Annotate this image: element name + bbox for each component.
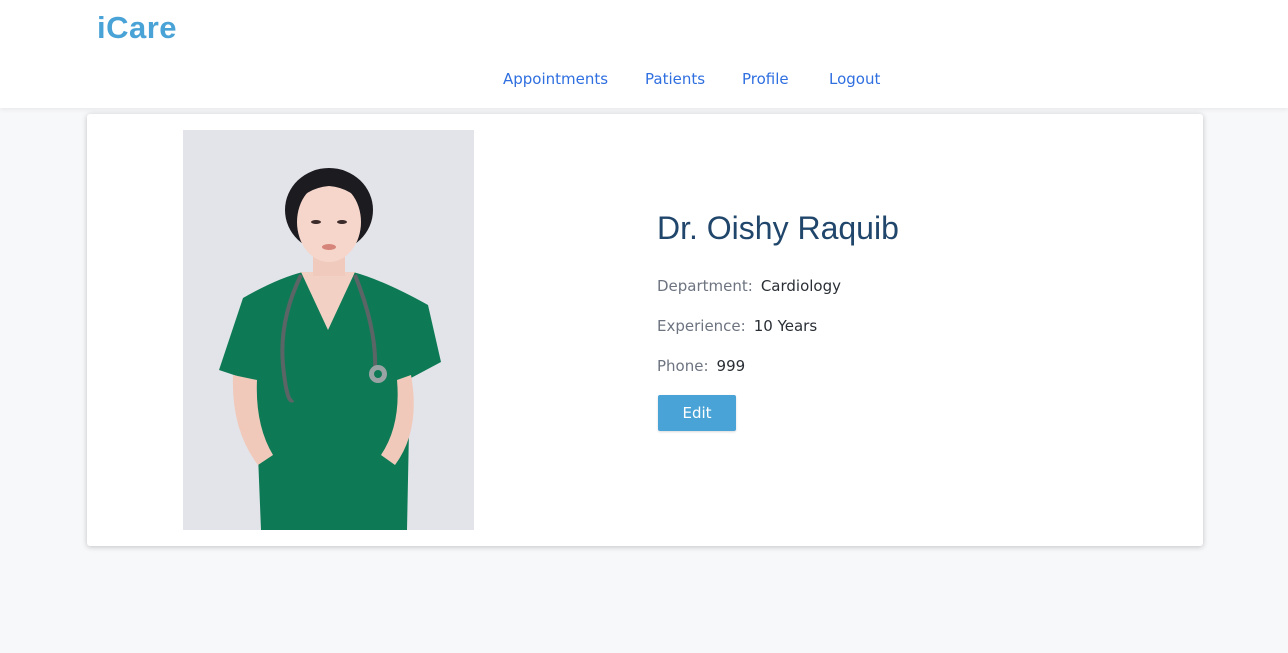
department-label: Department: — [657, 277, 753, 295]
profile-card: Dr. Oishy Raquib Department: Cardiology E… — [87, 114, 1203, 546]
nav-profile[interactable]: Profile — [742, 70, 789, 88]
experience-value: 10 Years — [753, 317, 818, 335]
experience-label: Experience: — [657, 317, 746, 335]
department-row: Department: Cardiology — [657, 277, 841, 295]
nav-patients[interactable]: Patients — [645, 70, 705, 88]
edit-button[interactable]: Edit — [658, 395, 736, 431]
doctor-name: Dr. Oishy Raquib — [657, 210, 899, 246]
doctor-photo-illustration — [183, 130, 474, 530]
experience-row: Experience: 10 Years — [657, 317, 817, 335]
nav-appointments[interactable]: Appointments — [503, 70, 608, 88]
brand-logo[interactable]: iCare — [97, 10, 177, 46]
main-nav: Appointments Patients Profile Logout — [0, 70, 1288, 92]
top-navbar: iCare Appointments Patients Profile Logo… — [0, 0, 1288, 108]
phone-row: Phone: 999 — [657, 357, 745, 375]
doctor-photo — [183, 130, 474, 530]
phone-label: Phone: — [657, 357, 709, 375]
phone-value: 999 — [716, 357, 746, 375]
nav-logout[interactable]: Logout — [829, 70, 880, 88]
department-value: Cardiology — [760, 277, 842, 295]
